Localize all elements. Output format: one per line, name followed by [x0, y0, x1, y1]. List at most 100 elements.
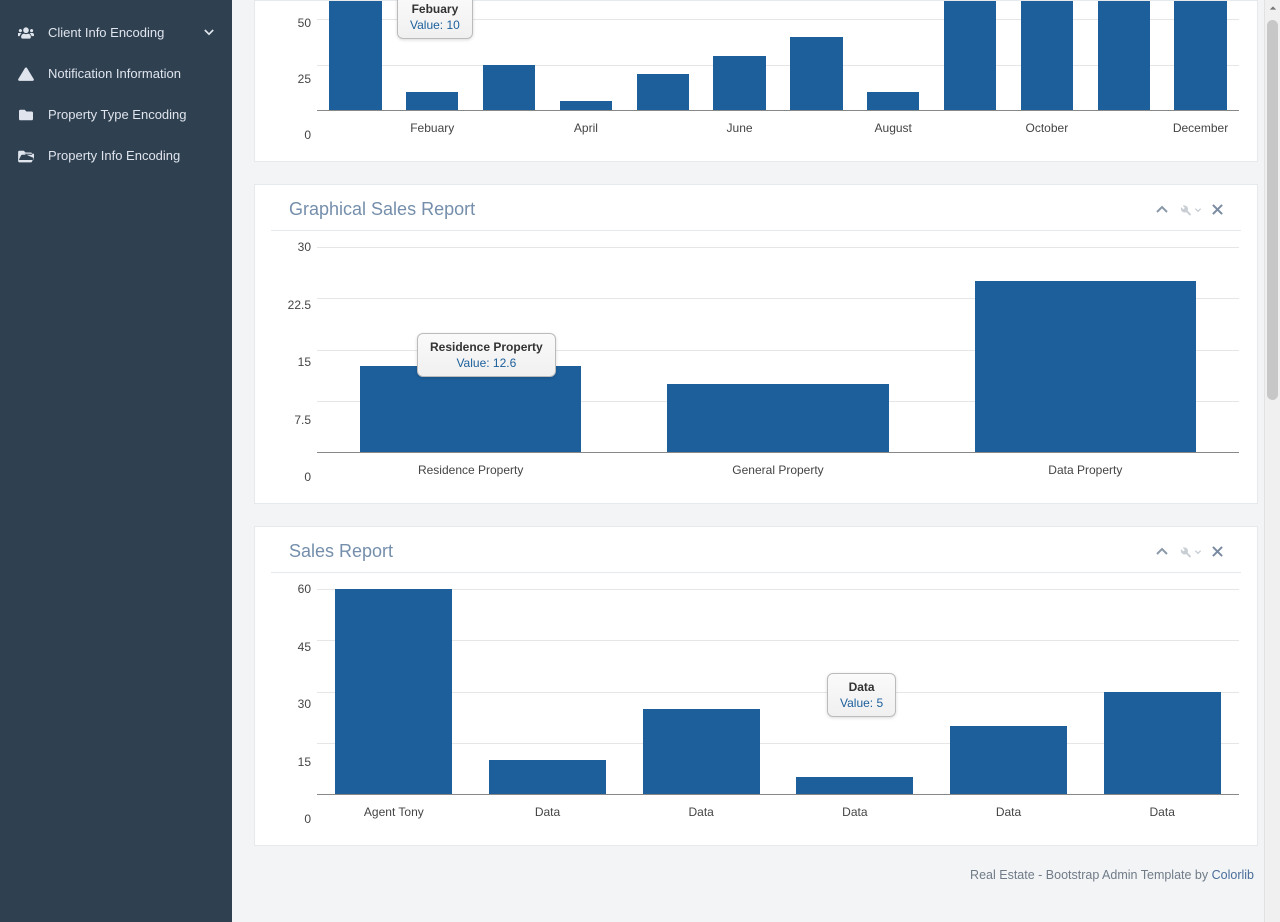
- bar-slot: [701, 1, 778, 110]
- chevron-down-icon: [204, 25, 214, 40]
- plot-area: Residence Property Value: 12.6: [317, 247, 1239, 453]
- top-monthly-chart: 02550 Febuary Value: 10 JanuaryFebuaryMa…: [273, 1, 1239, 135]
- y-tick: 22.5: [288, 298, 311, 312]
- bar-slot: [1085, 589, 1239, 794]
- x-label: Data: [778, 805, 932, 819]
- sidebar-item-label: Property Info Encoding: [48, 148, 180, 163]
- sidebar-item-label: Notification Information: [48, 66, 181, 81]
- panel-body: 02550 Febuary Value: 10 JanuaryFebuaryMa…: [255, 1, 1257, 161]
- bar-slot: [624, 247, 931, 452]
- bar[interactable]: [360, 366, 581, 452]
- bar-slot: [624, 1, 701, 110]
- warning-icon: [18, 67, 40, 81]
- graphical-sales-chart: 07.51522.530 Residence Property Value: 1…: [273, 247, 1239, 477]
- y-tick: 7.5: [294, 413, 311, 427]
- bar[interactable]: [329, 1, 381, 110]
- sidebar-item-property-info[interactable]: Property Info Encoding: [0, 135, 232, 176]
- sales-report-chart: 015304560 Data Value: 5 Agent TonyDataDa…: [273, 589, 1239, 819]
- panel-body: 07.51522.530 Residence Property Value: 1…: [255, 231, 1257, 503]
- panel-heading: Sales Report: [271, 527, 1241, 573]
- y-tick: 45: [298, 640, 311, 654]
- x-label: Data: [471, 805, 625, 819]
- bar[interactable]: [489, 760, 606, 794]
- x-label: April: [547, 121, 624, 135]
- bar-slot: [855, 1, 932, 110]
- scroll-up-arrow[interactable]: [1265, 0, 1280, 16]
- bar-slot: [471, 1, 548, 110]
- panel-tools: [1156, 204, 1223, 216]
- bar-slot: [317, 589, 471, 794]
- panel-top-monthly: 02550 Febuary Value: 10 JanuaryFebuaryMa…: [254, 0, 1258, 162]
- bar-slot: [778, 589, 932, 794]
- footer-text: Real Estate - Bootstrap Admin Template b…: [970, 868, 1212, 882]
- bar[interactable]: [713, 56, 765, 111]
- x-label: Data: [1085, 805, 1239, 819]
- x-label: General Property: [624, 463, 931, 477]
- sidebar-item-notification[interactable]: Notification Information: [0, 53, 232, 94]
- y-tick: 0: [304, 128, 311, 142]
- y-tick: 0: [304, 470, 311, 484]
- sidebar-item-property-type[interactable]: Property Type Encoding: [0, 94, 232, 135]
- y-axis: 07.51522.530: [273, 247, 317, 477]
- bar-slot: [624, 589, 778, 794]
- plot-area: Data Value: 5: [317, 589, 1239, 795]
- collapse-icon[interactable]: [1156, 546, 1168, 558]
- bar[interactable]: [944, 1, 996, 110]
- y-tick: 15: [298, 355, 311, 369]
- bar[interactable]: [1104, 692, 1221, 795]
- bar[interactable]: [406, 92, 458, 110]
- x-label: Data: [624, 805, 778, 819]
- x-axis-labels: Agent TonyDataDataDataDataData: [317, 805, 1239, 819]
- bar-slot: [1085, 1, 1162, 110]
- sidebar-item-label: Client Info Encoding: [48, 25, 164, 40]
- x-label: Agent Tony: [317, 805, 471, 819]
- close-icon[interactable]: [1212, 546, 1223, 557]
- x-label: August: [855, 121, 932, 135]
- bar[interactable]: [483, 65, 535, 110]
- scrollbar-thumb[interactable]: [1267, 20, 1278, 400]
- x-label: October: [1008, 121, 1085, 135]
- bar-slot: [317, 247, 624, 452]
- bar[interactable]: [1174, 1, 1226, 110]
- page-footer: Real Estate - Bootstrap Admin Template b…: [254, 868, 1258, 882]
- settings-wrench-icon[interactable]: [1178, 204, 1202, 216]
- y-axis: 015304560: [273, 589, 317, 819]
- bar-slot: [547, 1, 624, 110]
- footer-link[interactable]: Colorlib: [1212, 868, 1254, 882]
- bar[interactable]: [790, 37, 842, 110]
- bar[interactable]: [796, 777, 913, 794]
- close-icon[interactable]: [1212, 204, 1223, 215]
- bar[interactable]: [975, 281, 1196, 452]
- bar[interactable]: [1098, 1, 1150, 110]
- bar-slot: [394, 1, 471, 110]
- y-tick: 15: [298, 755, 311, 769]
- bar-slot: [1008, 1, 1085, 110]
- sidebar-item-client-info[interactable]: Client Info Encoding: [0, 12, 232, 53]
- bar[interactable]: [950, 726, 1067, 794]
- y-tick: 30: [298, 697, 311, 711]
- bar[interactable]: [867, 92, 919, 110]
- bars-container: [317, 1, 1239, 110]
- panel-tools: [1156, 546, 1223, 558]
- bar[interactable]: [643, 709, 760, 794]
- sidebar-item-label: Property Type Encoding: [48, 107, 187, 122]
- y-tick: 50: [298, 16, 311, 30]
- sidebar: Client Info Encoding Notification Inform…: [0, 0, 232, 922]
- settings-wrench-icon[interactable]: [1178, 546, 1202, 558]
- collapse-icon[interactable]: [1156, 204, 1168, 216]
- x-axis-labels: JanuaryFebuaryMarchAprilMayJuneJulyAugus…: [317, 121, 1239, 135]
- panel-graphical-sales: Graphical Sales Report 07.51522.530 Resi…: [254, 184, 1258, 504]
- bar[interactable]: [335, 589, 452, 794]
- bar[interactable]: [637, 74, 689, 110]
- bars-container: [317, 589, 1239, 794]
- bar[interactable]: [560, 101, 612, 110]
- vertical-scrollbar[interactable]: [1264, 0, 1280, 922]
- bar[interactable]: [667, 384, 888, 452]
- folder-icon: [18, 108, 40, 122]
- bar-slot: [471, 589, 625, 794]
- x-label: Febuary: [394, 121, 471, 135]
- bar-slot: [932, 247, 1239, 452]
- panel-heading: Graphical Sales Report: [271, 185, 1241, 231]
- bars-container: [317, 247, 1239, 452]
- bar[interactable]: [1021, 1, 1073, 110]
